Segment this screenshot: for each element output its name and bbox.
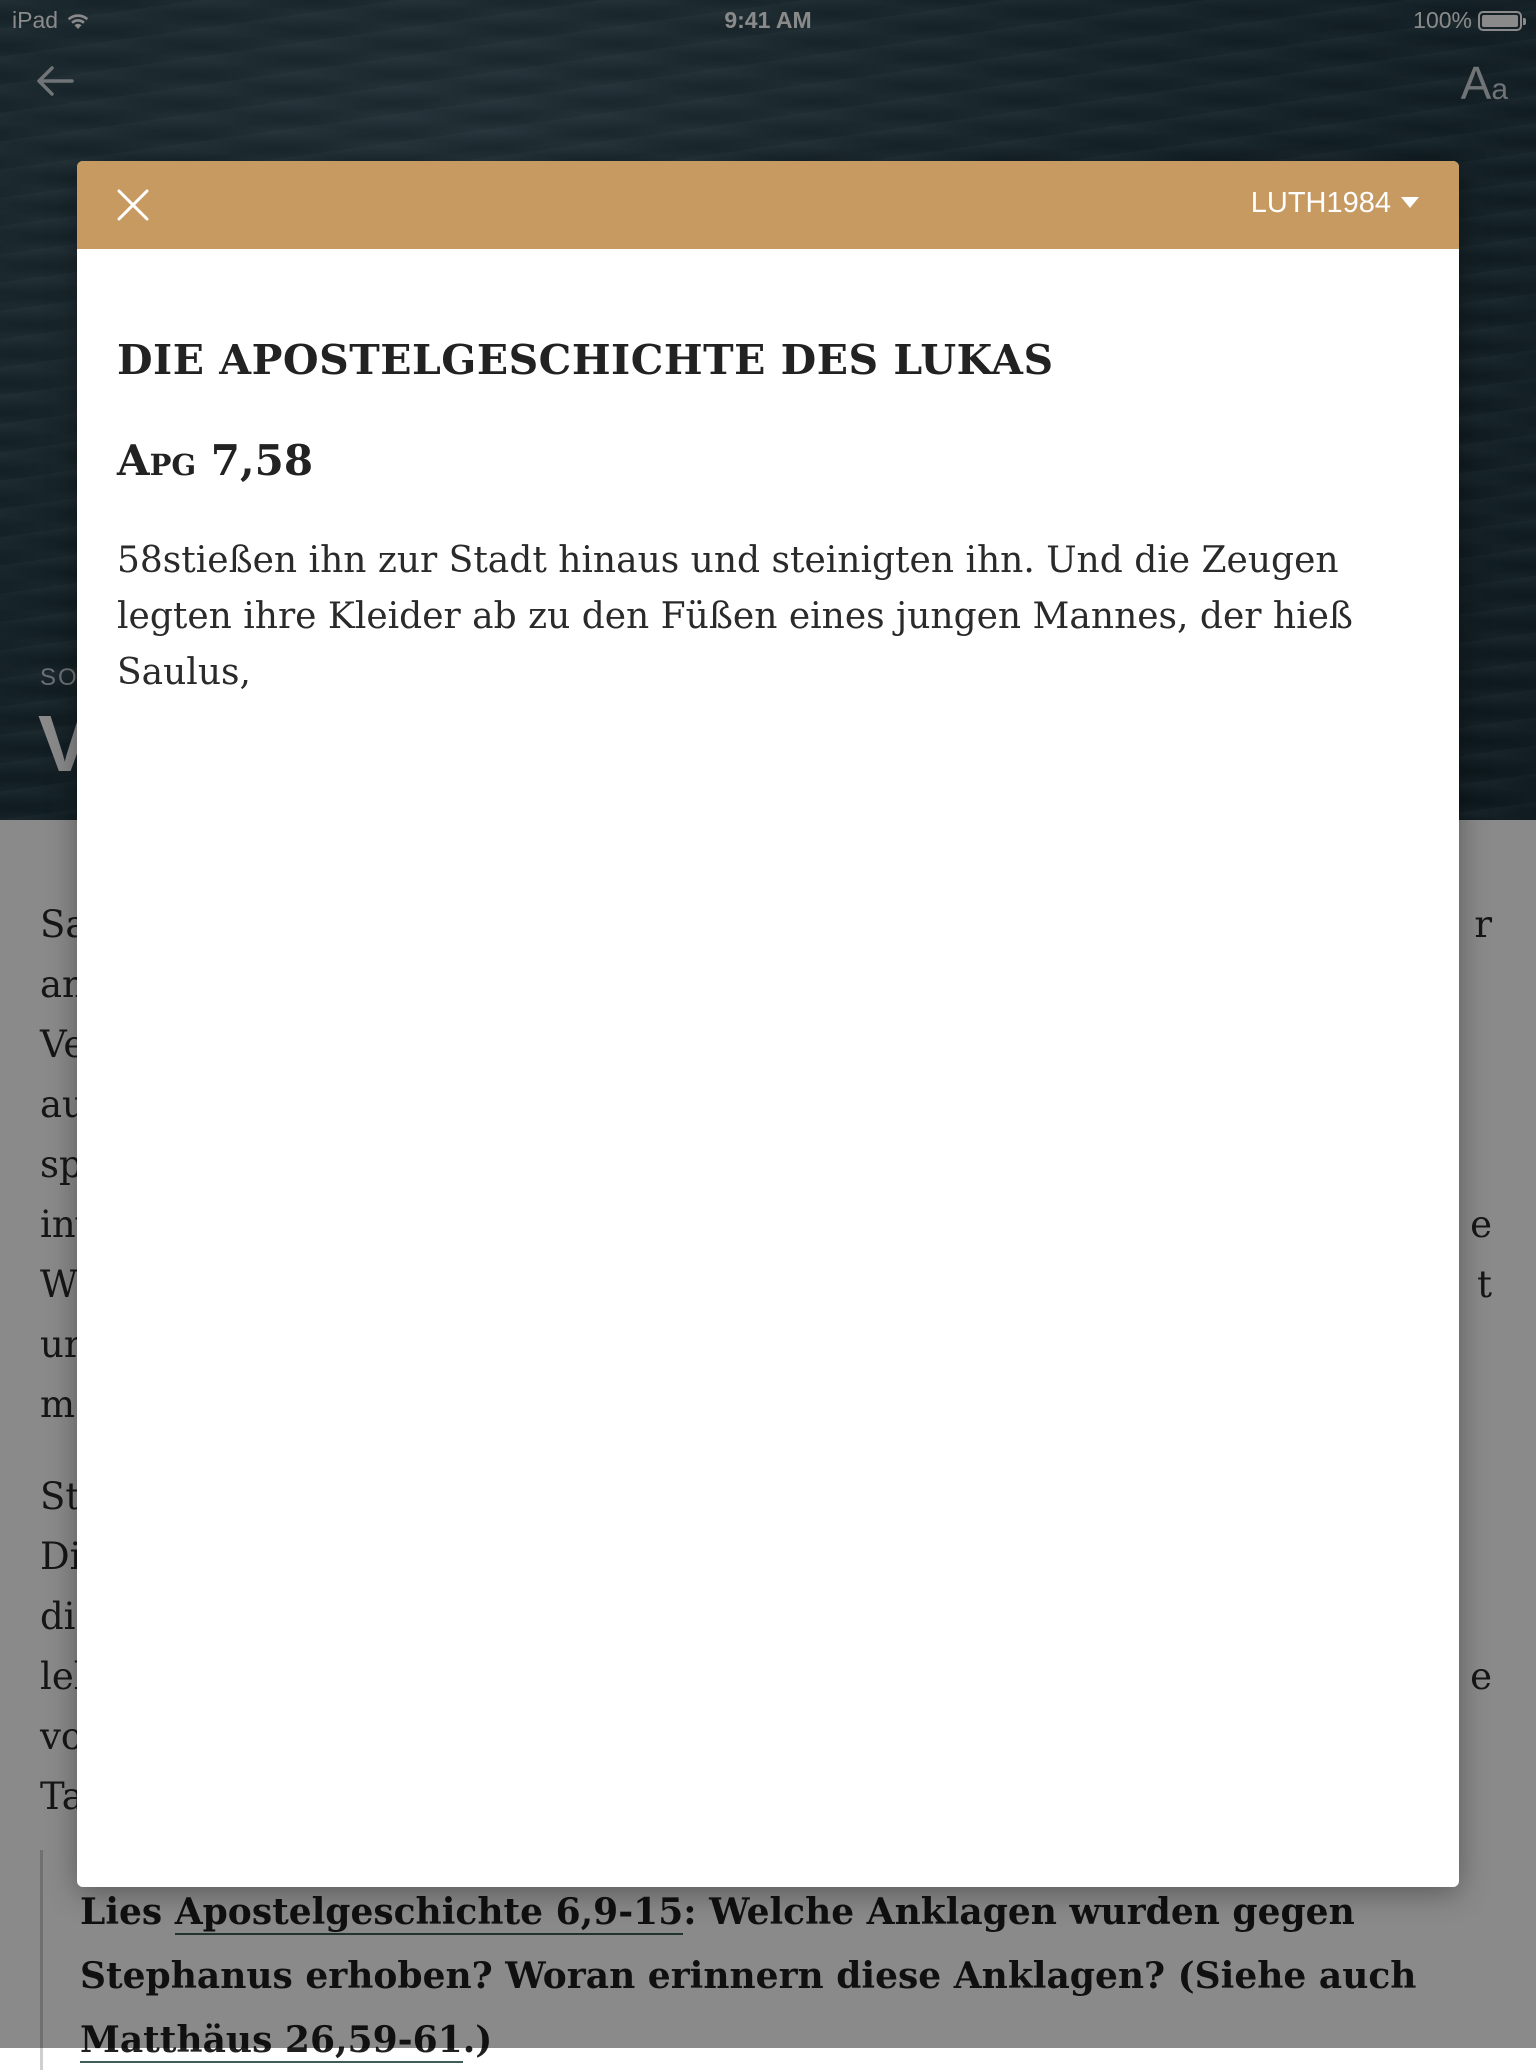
reference-book: Apg [117, 436, 197, 485]
bible-version-label: LUTH1984 [1250, 187, 1391, 219]
verse-text: 58stießen ihn zur Stadt hinaus und stein… [117, 540, 1353, 693]
passage-reference: Apg 7,58 [117, 436, 313, 485]
bible-version-dropdown[interactable]: LUTH1984 [1251, 187, 1419, 220]
chevron-down-icon [1401, 197, 1419, 208]
reference-verse: 7,58 [210, 436, 314, 485]
modal-header: LUTH1984 [77, 161, 1459, 249]
bible-verse-modal: LUTH1984 DIE APOSTELGESCHICHTE DES LUKAS… [77, 161, 1459, 1887]
book-title: DIE APOSTELGESCHICHTE DES LUKAS [117, 336, 1054, 384]
close-icon[interactable] [113, 185, 153, 225]
